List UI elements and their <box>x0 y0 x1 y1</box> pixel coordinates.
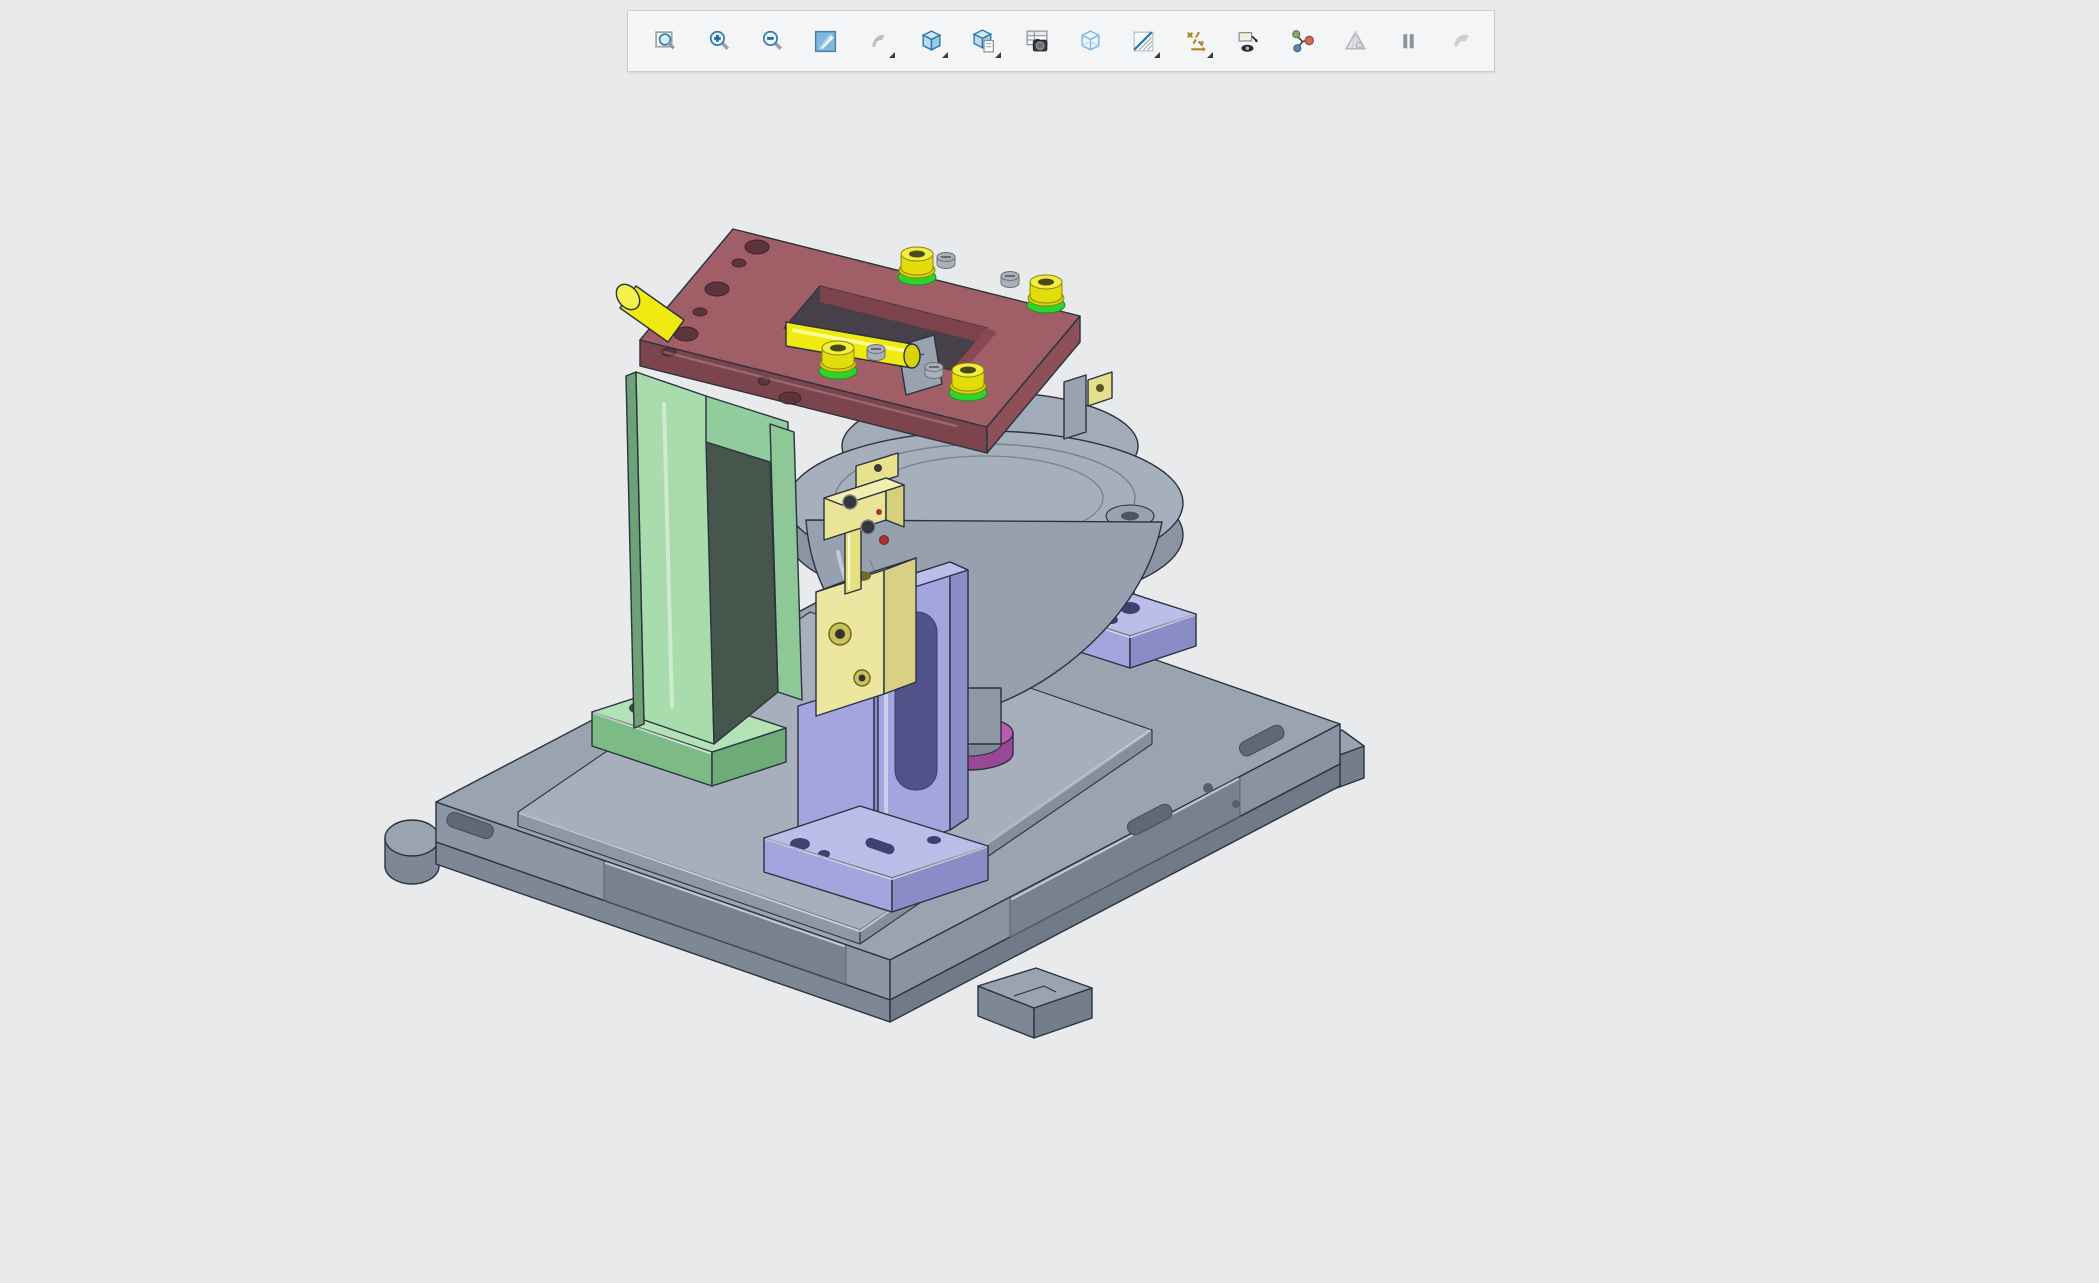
render-style-button[interactable] <box>858 21 898 61</box>
measure-icon <box>1183 28 1210 55</box>
pause-button[interactable] <box>1388 21 1428 61</box>
snapshot-icon <box>1024 28 1051 55</box>
relations-icon <box>1289 28 1316 55</box>
section-view-button[interactable] <box>1123 21 1163 61</box>
dropdown-arrow-icon[interactable] <box>1207 52 1213 58</box>
housing-ear <box>1064 375 1086 439</box>
show-component-icon <box>1236 28 1263 55</box>
zoom-out-button[interactable] <box>752 21 792 61</box>
box-view-button[interactable] <box>911 21 951 61</box>
column-window <box>706 442 778 744</box>
mesh-button[interactable] <box>1335 21 1375 61</box>
dropdown-arrow-icon[interactable] <box>1154 52 1160 58</box>
support-column[interactable] <box>592 372 802 786</box>
zoom-out-icon <box>759 28 786 55</box>
view-toolbar <box>627 10 1495 72</box>
dropdown-arrow-icon[interactable] <box>942 52 948 58</box>
view-with-part-icon <box>971 28 998 55</box>
relations-button[interactable] <box>1282 21 1322 61</box>
3d-viewport[interactable] <box>0 0 2099 1283</box>
render-history-icon <box>1448 28 1475 55</box>
measure-button[interactable] <box>1176 21 1216 61</box>
shaded-view-button[interactable] <box>805 21 845 61</box>
section-view-icon <box>1130 28 1157 55</box>
mesh-icon <box>1342 28 1369 55</box>
clamp-pad-right[interactable] <box>1088 372 1112 406</box>
bushing[interactable] <box>949 363 987 401</box>
render-style-icon <box>865 28 892 55</box>
bushing[interactable] <box>1027 275 1065 313</box>
shaded-view-icon <box>812 28 839 55</box>
pause-icon <box>1395 28 1422 55</box>
wireframe-view-icon <box>1077 28 1104 55</box>
base-corner-boss-left <box>385 820 439 884</box>
wireframe-view-button[interactable] <box>1070 21 1110 61</box>
view-with-part-button[interactable] <box>964 21 1004 61</box>
base-corner-boss-near <box>978 968 1092 1038</box>
show-component-button[interactable] <box>1229 21 1269 61</box>
dropdown-arrow-icon[interactable] <box>995 52 1001 58</box>
render-history-button[interactable] <box>1441 21 1481 61</box>
snapshot-button[interactable] <box>1017 21 1057 61</box>
box-view-icon <box>918 28 945 55</box>
bushing[interactable] <box>898 247 936 285</box>
zoom-in-icon <box>706 28 733 55</box>
viewport-canvas[interactable] <box>0 0 2099 1283</box>
dropdown-arrow-icon[interactable] <box>889 52 895 58</box>
zoom-box-button[interactable] <box>646 21 686 61</box>
zoom-box-icon <box>653 28 680 55</box>
zoom-in-button[interactable] <box>699 21 739 61</box>
bushing[interactable] <box>819 341 857 379</box>
